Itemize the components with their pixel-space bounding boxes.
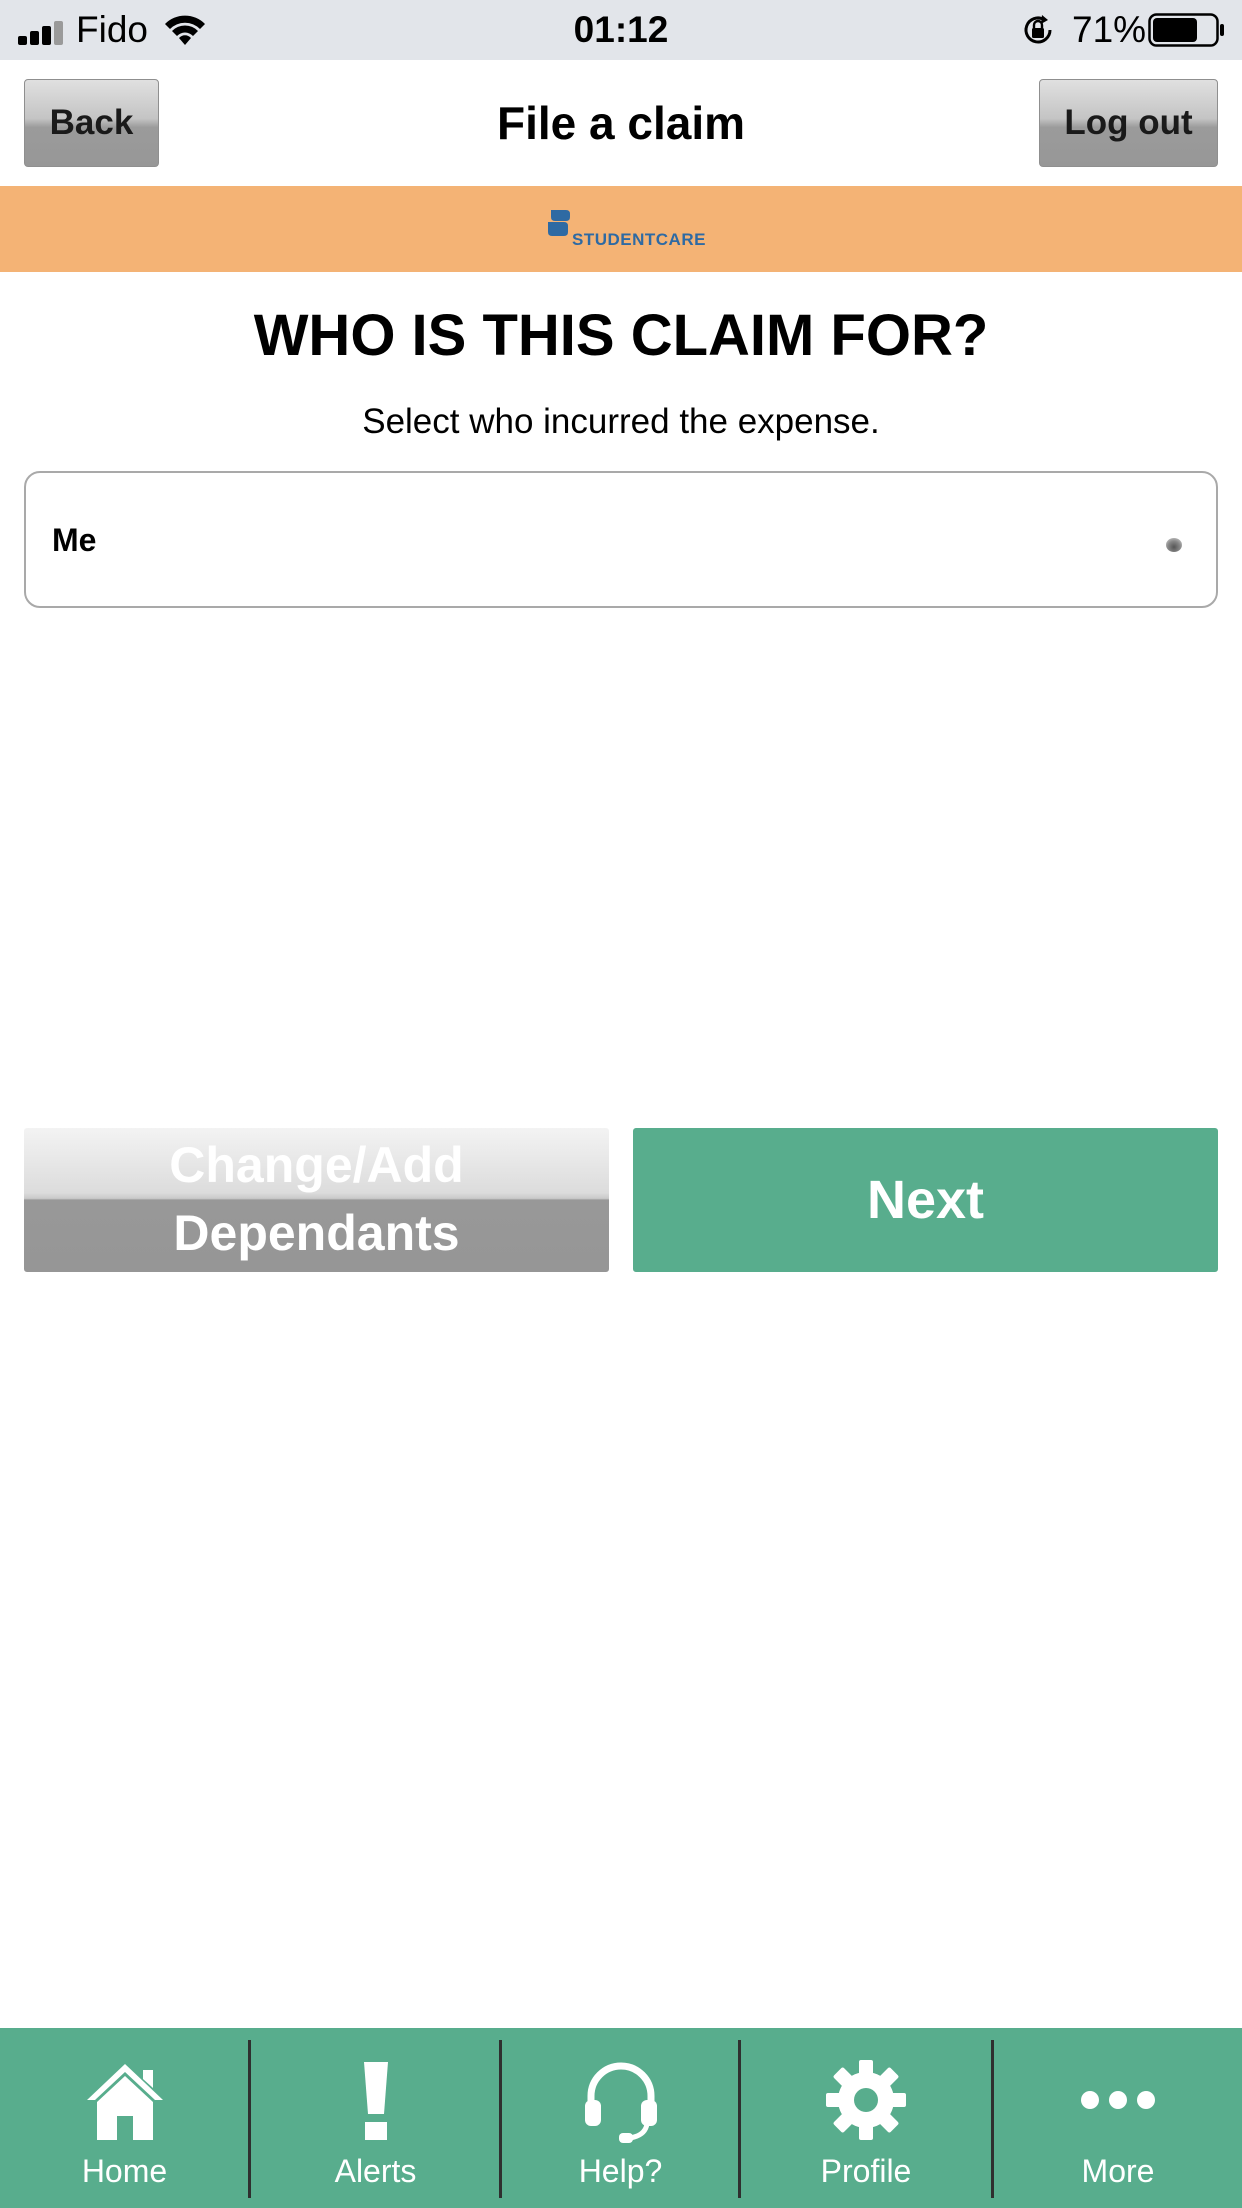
question-heading: WHO IS THIS CLAIM FOR? xyxy=(253,303,989,368)
change-add-dependants-button[interactable]: Change/Add Dependants xyxy=(24,1128,609,1272)
dependants-button-line2: Dependants xyxy=(173,1205,460,1261)
status-bar: Fido 01:12 71% xyxy=(0,0,1242,60)
tab-more[interactable]: More xyxy=(994,2028,1242,2208)
more-dots-icon xyxy=(1081,2091,1155,2109)
tab-help-label: Help? xyxy=(578,2153,663,2189)
next-button[interactable]: Next xyxy=(633,1128,1218,1272)
bottom-tab-bar: Home Alerts Help? Profile More xyxy=(0,2028,1242,2208)
brand-banner: STUDENTCARE xyxy=(0,186,1242,272)
battery-icon xyxy=(1148,13,1224,47)
claimant-select-value: Me xyxy=(52,522,97,558)
home-icon xyxy=(86,2064,163,2140)
tab-help[interactable]: Help? xyxy=(502,2028,739,2208)
studentcare-logo-mark-icon xyxy=(548,210,570,236)
instruction-text: Select who incurred the expense. xyxy=(362,402,880,441)
tab-alerts[interactable]: Alerts xyxy=(251,2028,500,2208)
dropdown-indicator-icon xyxy=(1166,538,1182,552)
tab-alerts-label: Alerts xyxy=(334,2153,417,2189)
gear-icon xyxy=(826,2060,906,2140)
rotation-lock-icon xyxy=(1024,15,1052,44)
navigation-header: Back File a claim Log out xyxy=(0,60,1242,186)
logo-text: STUDENTCARE xyxy=(572,230,706,249)
exclamation-icon xyxy=(363,2062,388,2140)
claimant-select[interactable]: Me xyxy=(24,471,1218,608)
tab-profile[interactable]: Profile xyxy=(741,2028,991,2208)
studentcare-logo: STUDENTCARE xyxy=(546,208,705,252)
tab-home[interactable]: Home xyxy=(0,2028,249,2208)
tab-more-label: More xyxy=(1081,2153,1155,2189)
battery-percent: 71% xyxy=(1072,9,1147,50)
dependants-button-line1: Change/Add xyxy=(169,1137,464,1193)
tab-profile-label: Profile xyxy=(820,2153,912,2189)
logout-button[interactable]: Log out xyxy=(1039,79,1218,167)
tab-home-label: Home xyxy=(81,2153,168,2189)
headset-icon xyxy=(584,2062,657,2143)
